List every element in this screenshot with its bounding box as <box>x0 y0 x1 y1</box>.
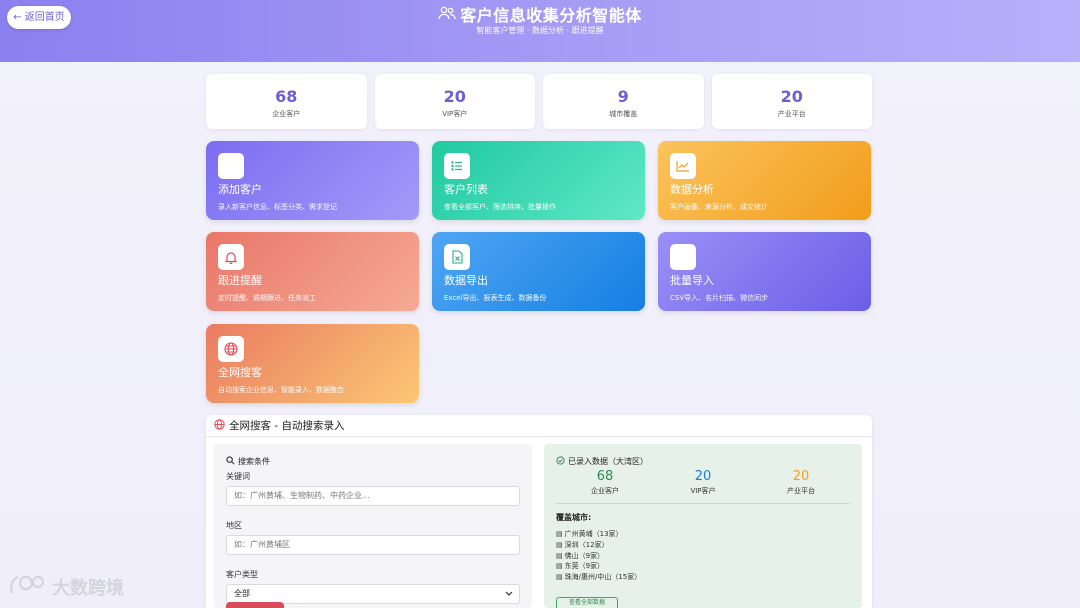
card-add-customer[interactable]: 添加客户 录入新客户信息、标签分类、需求登记 <box>206 141 419 220</box>
card-desc: Excel导出、报表生成、数据备份 <box>444 294 547 302</box>
list-item: ▤ 广州黄埔（13家） <box>556 529 850 540</box>
globe-icon <box>214 418 225 433</box>
recorded-stat-vip: 20 VIP客户 <box>654 469 752 496</box>
user-plus-icon <box>218 153 244 179</box>
title-row: 客户信息收集分析智能体 <box>0 3 1080 25</box>
card-follow-up-reminder[interactable]: 跟进提醒 定时提醒、逾期跟进、任务派工 <box>206 232 419 311</box>
city-label: 珠海/惠州/中山（15家） <box>564 573 642 582</box>
watermark-text: 大数跨境 <box>52 578 124 599</box>
card-batch-import[interactable]: 批量导入 CSV导入、名片扫描、微信同步 <box>658 232 871 311</box>
customer-type-value: 全部 <box>234 589 250 598</box>
globe-icon <box>218 336 244 362</box>
city-label: 佛山（9家） <box>564 551 605 560</box>
card-data-export[interactable]: 数据导出 Excel导出、报表生成、数据备份 <box>432 232 645 311</box>
building-icon: ▤ <box>556 530 563 538</box>
stat-value: 9 <box>617 87 629 106</box>
stat-label: VIP客户 <box>442 110 468 118</box>
list-icon <box>444 153 470 179</box>
recorded-data-box: 已录入数据（大湾区） 68 企业客户 20 VIP客户 20 产业平台 覆盖城市… <box>544 444 862 608</box>
recorded-stat-label: 企业客户 <box>591 487 619 495</box>
recorded-stats: 68 企业客户 20 VIP客户 20 产业平台 <box>556 469 850 496</box>
building-icon: ▤ <box>556 551 563 560</box>
users-icon <box>438 5 456 24</box>
search-section-label: 搜索条件 <box>238 457 270 466</box>
card-desc: 录入新客户信息、标签分类、需求登记 <box>218 203 337 211</box>
recorded-stat-platforms: 20 产业平台 <box>752 469 850 496</box>
header-banner: ← 返回首页 客户信息收集分析智能体 智能客户管理 · 数据分析 · 跟进提醒 <box>0 0 1080 62</box>
stat-value: 68 <box>275 87 298 106</box>
list-item: ▤ 东莞（9家） <box>556 561 850 572</box>
watermark-logo-icon <box>8 573 48 602</box>
customer-type-label: 客户类型 <box>226 570 258 579</box>
card-title: 全网搜客 <box>218 366 262 379</box>
recorded-stat-enterprise: 68 企业客户 <box>556 469 654 496</box>
import-icon <box>670 244 696 270</box>
bell-icon <box>218 244 244 270</box>
card-web-search[interactable]: 全网搜客 自动搜索企业信息、智能录入、数据整合 <box>206 324 419 403</box>
region-label: 地区 <box>226 521 242 530</box>
card-title: 数据导出 <box>444 274 488 287</box>
stat-card-cities: 9 城市覆盖 <box>543 74 704 129</box>
coverage-title: 覆盖城市: <box>556 513 592 522</box>
recorded-section-label: 已录入数据（大湾区） <box>568 457 648 466</box>
card-title: 跟进提醒 <box>218 274 262 287</box>
search-icon <box>226 456 235 467</box>
stat-label: 企业客户 <box>272 110 301 118</box>
watermark: 大数跨境 <box>8 574 124 600</box>
stats-row: 68 企业客户 20 VIP客户 9 城市覆盖 20 产业平台 <box>206 74 872 129</box>
card-data-analysis[interactable]: 数据分析 客户画像、来源分析、成交统计 <box>658 141 871 220</box>
chevron-down-icon <box>505 585 513 603</box>
card-title: 添加客户 <box>218 183 262 196</box>
card-desc: 自动搜索企业信息、智能录入、数据整合 <box>218 386 344 394</box>
card-desc: 定时提醒、逾期跟进、任务派工 <box>218 294 316 302</box>
city-label: 东莞（9家） <box>564 562 605 571</box>
panel-title: 全网搜客 - 自动搜索录入 <box>229 420 345 432</box>
recorded-stat-value: 20 <box>792 469 810 484</box>
search-conditions-box: 搜索条件 关键词 如：广州黄埔、生物制药、中药企业... 地区 如：广州黄埔区 … <box>214 444 532 608</box>
card-title: 数据分析 <box>670 183 714 196</box>
card-customer-list[interactable]: 客户列表 查看全部客户、筛选排序、批量操作 <box>432 141 645 220</box>
customer-type-select[interactable]: 全部 <box>226 584 520 604</box>
building-icon: ▤ <box>556 540 563 549</box>
panel-header: 全网搜客 - 自动搜索录入 <box>206 415 872 437</box>
search-button[interactable] <box>226 602 284 608</box>
city-label: 广州黄埔（13家） <box>564 530 623 538</box>
stat-card-enterprise: 68 企业客户 <box>206 74 367 129</box>
stat-value: 20 <box>780 87 803 106</box>
chart-icon <box>670 153 696 179</box>
recorded-stat-label: 产业平台 <box>787 487 815 495</box>
stat-card-platforms: 20 产业平台 <box>711 74 872 129</box>
city-list: ▤ 广州黄埔（13家） ▤ 深圳（12家） ▤ 佛山（9家） ▤ 东莞（9家） ▤ 珠海/… <box>556 529 850 583</box>
stat-value: 20 <box>443 87 466 106</box>
recorded-stat-value: 68 <box>596 469 614 484</box>
list-item: ▤ 深圳（12家） <box>556 540 850 551</box>
card-desc: 客户画像、来源分析、成交统计 <box>670 203 768 211</box>
search-section-header: 搜索条件 <box>226 456 520 467</box>
list-item: ▤ 珠海/惠州/中山（15家） <box>556 572 850 583</box>
page-subtitle: 智能客户管理 · 数据分析 · 跟进提醒 <box>476 26 604 35</box>
stat-label: 产业平台 <box>777 110 806 118</box>
recorded-stat-label: VIP客户 <box>690 487 716 495</box>
card-title: 客户列表 <box>444 183 488 196</box>
recorded-section-header: 已录入数据（大湾区） <box>556 456 850 467</box>
check-circle-icon <box>556 456 565 467</box>
keyword-input[interactable]: 如：广州黄埔、生物制药、中药企业... <box>226 486 520 506</box>
web-search-panel: 全网搜客 - 自动搜索录入 搜索条件 关键词 如：广州黄埔、生物制药、中药企业.… <box>206 415 872 608</box>
page-title: 客户信息收集分析智能体 <box>460 6 642 25</box>
building-icon: ▤ <box>556 573 563 582</box>
city-label: 深圳（12家） <box>564 540 609 549</box>
keyword-label: 关键词 <box>226 472 250 481</box>
building-icon: ▤ <box>556 562 563 571</box>
list-item: ▤ 佛山（9家） <box>556 551 850 562</box>
excel-file-icon <box>444 244 470 270</box>
region-input[interactable]: 如：广州黄埔区 <box>226 535 520 555</box>
card-title: 批量导入 <box>670 274 714 287</box>
stat-label: 城市覆盖 <box>609 110 638 118</box>
card-desc: CSV导入、名片扫描、微信同步 <box>670 294 769 302</box>
stat-card-vip: 20 VIP客户 <box>374 74 535 129</box>
view-all-data-button[interactable]: 查看全部数据 <box>556 597 618 608</box>
card-desc: 查看全部客户、筛选排序、批量操作 <box>444 203 556 211</box>
divider <box>556 503 850 504</box>
recorded-stat-value: 20 <box>694 469 712 484</box>
